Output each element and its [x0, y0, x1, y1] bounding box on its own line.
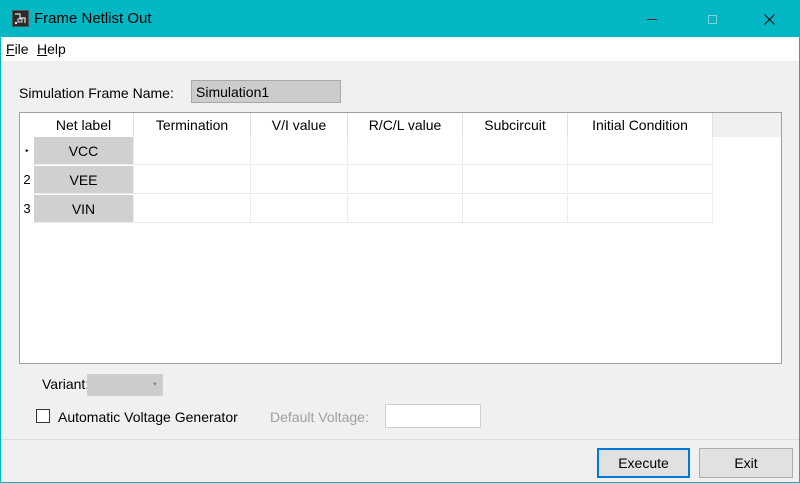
column-header-subcircuit[interactable]: Subcircuit — [463, 113, 568, 137]
column-header-initial-condition[interactable]: Initial Condition — [568, 113, 713, 137]
default-voltage-field[interactable] — [385, 404, 481, 428]
variant-label: Variant: — [42, 376, 90, 392]
auto-voltage-label[interactable]: Automatic Voltage Generator — [58, 409, 238, 425]
minimize-button[interactable] — [629, 1, 675, 37]
cell-initial-condition[interactable] — [568, 137, 713, 165]
cell-rcl-value[interactable] — [348, 195, 463, 223]
close-icon — [763, 13, 775, 25]
auto-voltage-checkbox[interactable] — [36, 409, 50, 423]
frame-name-label: Simulation Frame Name: — [19, 85, 174, 101]
minimize-icon — [647, 18, 657, 20]
execute-button[interactable]: Execute — [597, 448, 690, 478]
row-header-current-icon[interactable]: ‣ — [20, 137, 34, 165]
cell-initial-condition[interactable] — [568, 166, 713, 194]
cell-net-label[interactable]: VIN — [34, 195, 134, 223]
cell-vi-value[interactable] — [251, 137, 348, 165]
cell-termination[interactable] — [134, 166, 251, 194]
maximize-icon — [707, 14, 717, 24]
variant-dropdown[interactable]: ▼ — [87, 374, 163, 396]
frame-netlist-out-window: Frame Netlist Out File Help Simulation F… — [0, 0, 800, 483]
footer-divider — [1, 439, 799, 440]
app-icon — [12, 10, 29, 27]
frame-name-field[interactable]: Simulation1 — [191, 80, 341, 103]
menu-help[interactable]: Help — [37, 41, 66, 57]
net-grid[interactable]: Net label Termination V/I value R/C/L va… — [19, 112, 782, 364]
row-header[interactable]: 3 — [20, 195, 34, 223]
cell-vi-value[interactable] — [251, 195, 348, 223]
cell-vi-value[interactable] — [251, 166, 348, 194]
title-bar[interactable]: Frame Netlist Out — [1, 1, 799, 37]
header-filler — [713, 113, 781, 137]
column-header-vi-value[interactable]: V/I value — [251, 113, 348, 137]
exit-button[interactable]: Exit — [699, 448, 793, 478]
default-voltage-label: Default Voltage: — [270, 409, 369, 425]
cell-termination[interactable] — [134, 195, 251, 223]
window-title: Frame Netlist Out — [34, 10, 152, 27]
chevron-down-icon: ▼ — [152, 382, 158, 388]
menu-file[interactable]: File — [6, 41, 29, 57]
cell-rcl-value[interactable] — [348, 166, 463, 194]
cell-net-label[interactable]: VEE — [34, 166, 134, 194]
column-header-rcl-value[interactable]: R/C/L value — [348, 113, 463, 137]
close-button[interactable] — [746, 1, 792, 37]
cell-initial-condition[interactable] — [568, 195, 713, 223]
cell-termination[interactable] — [134, 137, 251, 165]
cell-net-label[interactable]: VCC — [34, 137, 134, 165]
menu-bar: File Help — [1, 37, 799, 61]
row-header[interactable]: 2 — [20, 166, 34, 194]
maximize-button[interactable] — [689, 1, 735, 37]
column-header-termination[interactable]: Termination — [134, 113, 251, 137]
cell-rcl-value[interactable] — [348, 137, 463, 165]
cell-subcircuit[interactable] — [463, 166, 568, 194]
cell-subcircuit[interactable] — [463, 137, 568, 165]
cell-subcircuit[interactable] — [463, 195, 568, 223]
column-header-net-label[interactable]: Net label — [34, 113, 134, 137]
